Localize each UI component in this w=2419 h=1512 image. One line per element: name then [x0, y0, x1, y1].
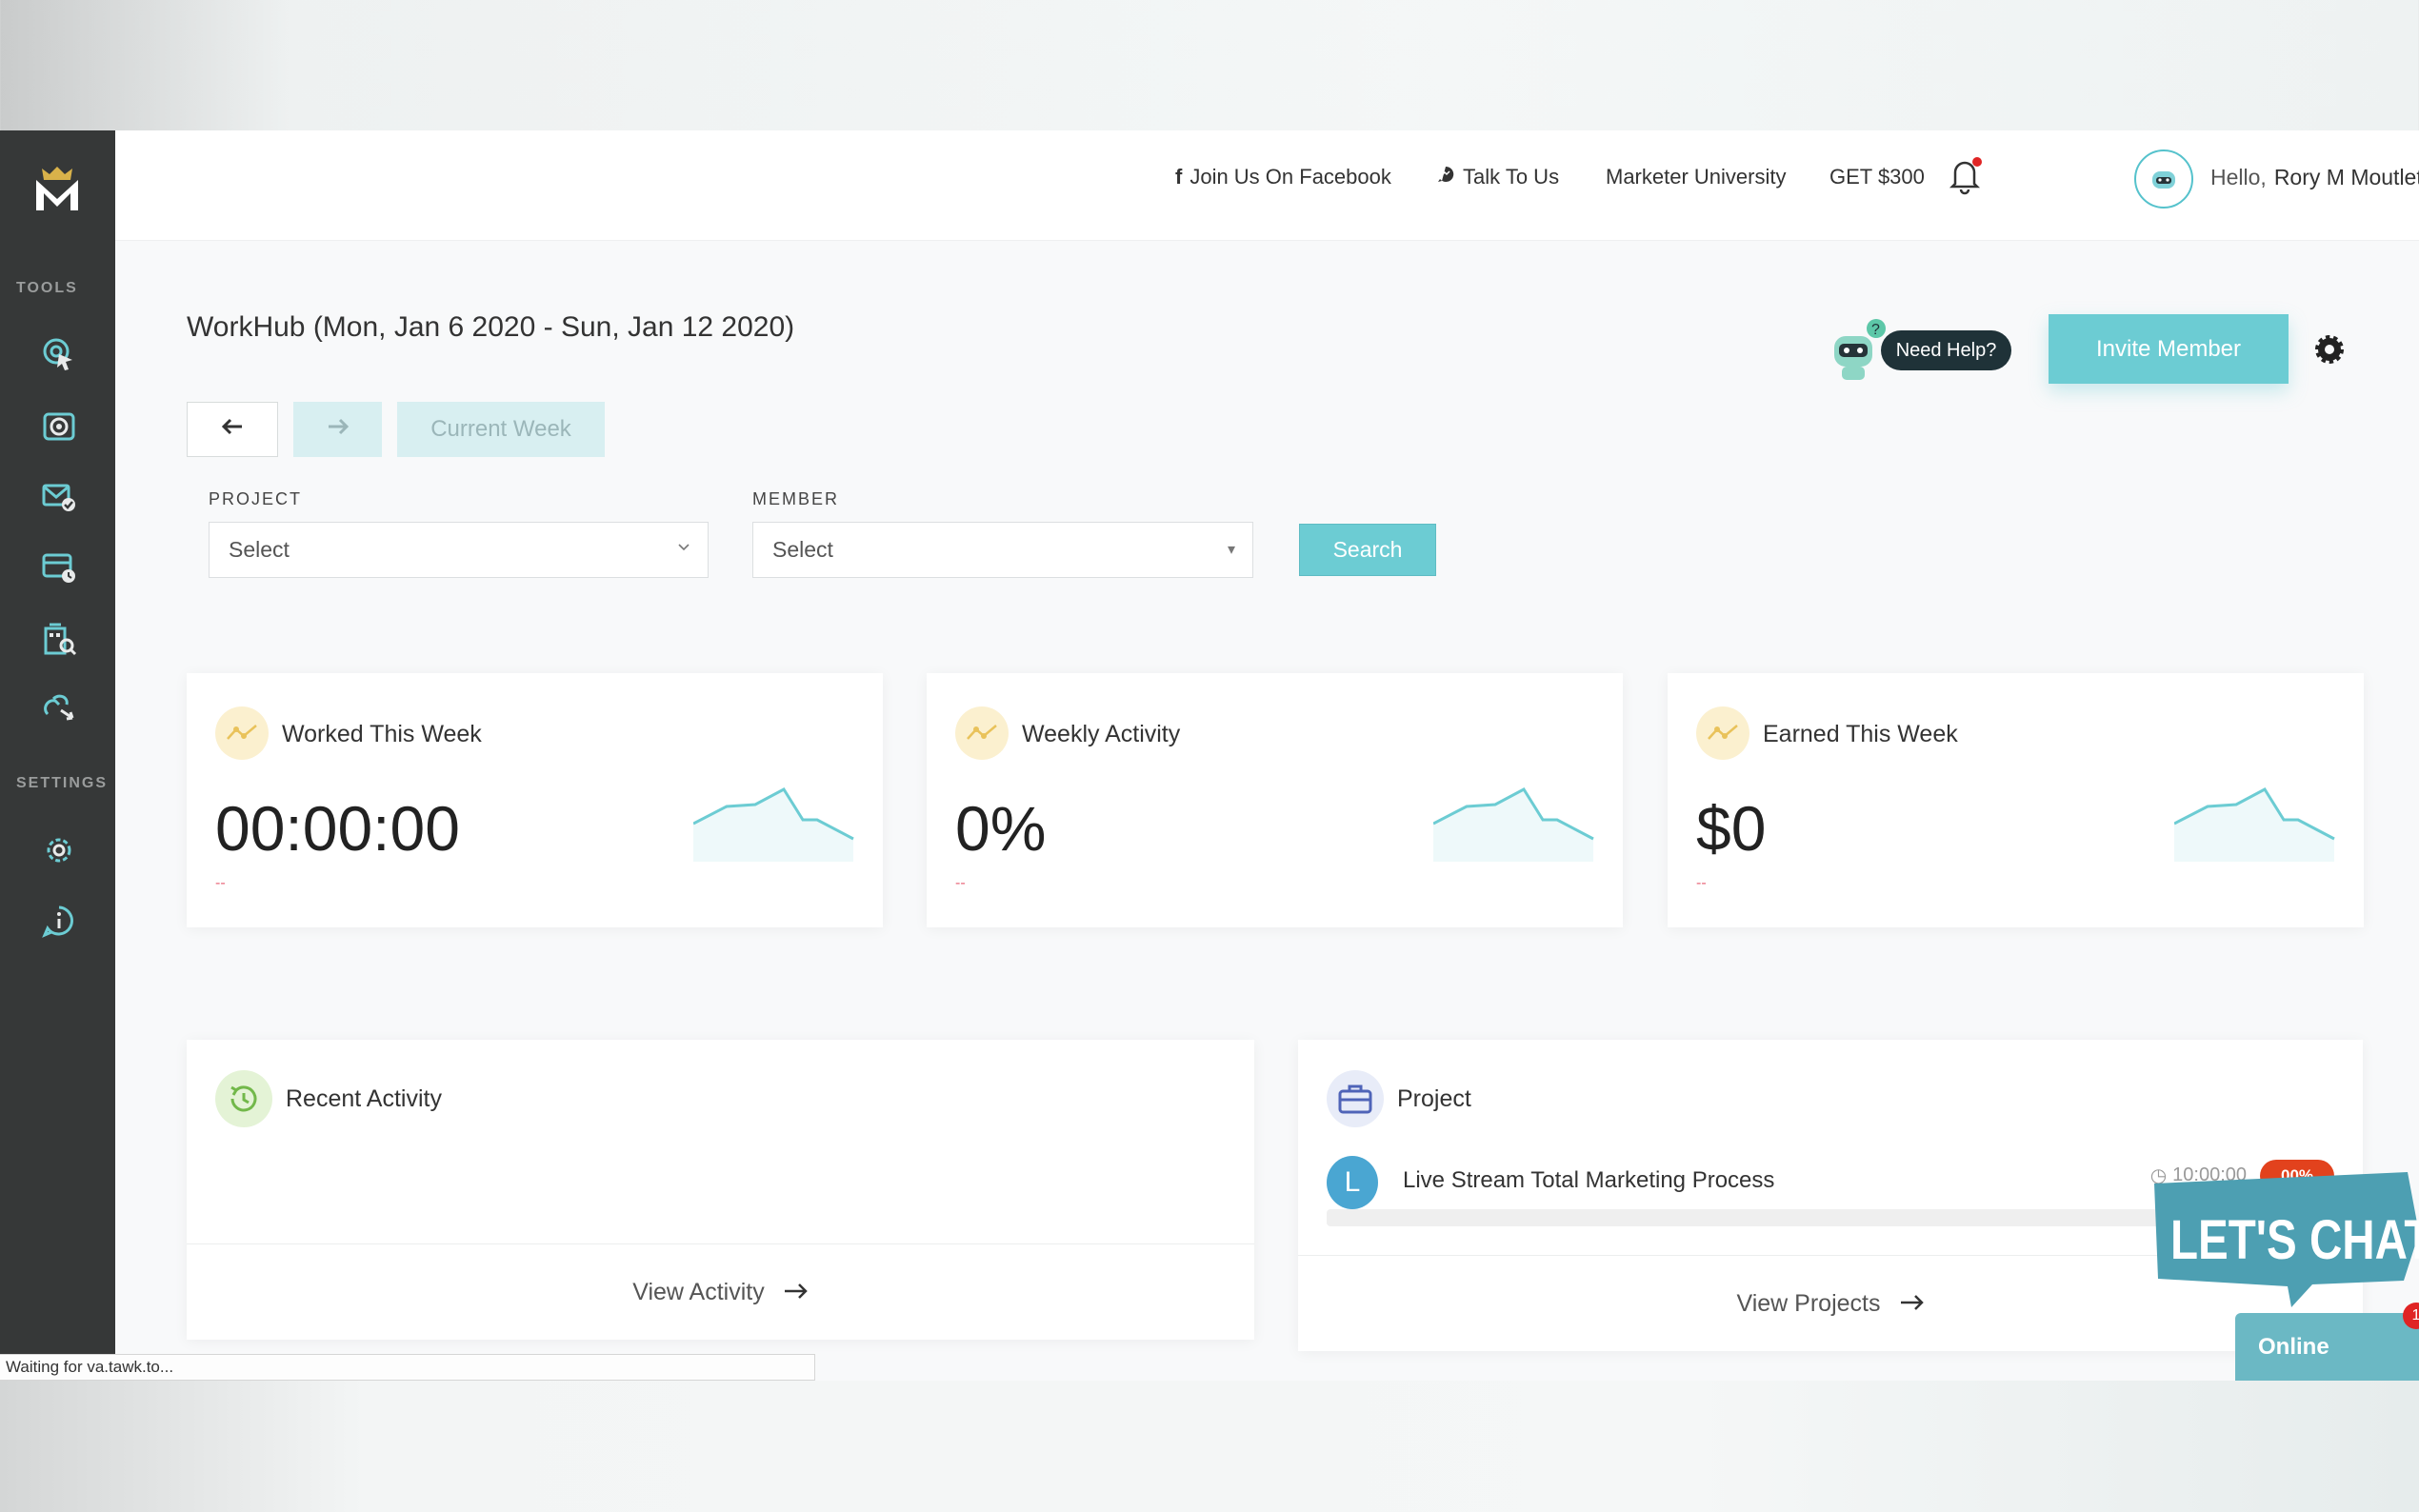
member-filter-label: MEMBER: [752, 489, 840, 508]
recent-activity-card: Recent Activity View Activity: [187, 1040, 1254, 1340]
view-activity-link[interactable]: View Activity: [187, 1243, 1254, 1340]
view-projects-label: View Projects: [1736, 1289, 1881, 1317]
stat-value: 0%: [955, 793, 1047, 864]
stat-title: Worked This Week: [282, 721, 482, 747]
chat-online-tab[interactable]: Online: [2235, 1313, 2419, 1381]
stat-card-activity: Weekly Activity 0% --: [927, 673, 1623, 927]
brand-logo-icon[interactable]: [29, 161, 86, 218]
next-week-button[interactable]: [293, 402, 382, 457]
stat-value: $0: [1696, 793, 1767, 864]
project-select[interactable]: Select: [209, 522, 709, 578]
settings-gear-icon[interactable]: [2310, 330, 2349, 368]
info-icon[interactable]: [38, 900, 80, 942]
user-menu[interactable]: Hello, Rory M Moutlet: [2210, 165, 2419, 190]
stat-title: Weekly Activity: [1022, 721, 1181, 747]
sparkline-chart: [1433, 787, 1594, 862]
card-title: Recent Activity: [286, 1085, 442, 1112]
hello-label: Hello,: [2210, 165, 2267, 189]
project-avatar: L: [1327, 1156, 1378, 1209]
building-search-icon[interactable]: [38, 617, 80, 659]
link-share-icon[interactable]: [38, 687, 80, 729]
talk-to-us-link[interactable]: Talk To Us: [1436, 165, 1559, 189]
need-help-label: Need Help?: [1881, 330, 2011, 370]
project-filter-label: PROJECT: [209, 489, 303, 508]
trend-icon: [955, 706, 1009, 760]
sidebar-section-settings: SETTINGS: [16, 775, 109, 791]
notification-dot: [1972, 157, 1982, 167]
chevron-down-icon: [677, 540, 690, 557]
stat-card-earned: Earned This Week $0 --: [1668, 673, 2364, 927]
facebook-link[interactable]: f Join Us On Facebook: [1175, 165, 1391, 189]
card-title: Project: [1397, 1085, 1471, 1112]
sidebar-section-tools: TOOLS: [16, 280, 78, 296]
avatar[interactable]: [2134, 149, 2193, 209]
facebook-icon: f: [1175, 165, 1183, 189]
app-window: TOOLS SETTINGS f Join Us On Facebook Tal…: [0, 130, 2419, 1381]
briefcase-icon: [1327, 1070, 1384, 1127]
wallet-clock-icon[interactable]: [38, 546, 80, 587]
camera-target-icon[interactable]: [38, 405, 80, 447]
search-button[interactable]: Search: [1299, 524, 1436, 576]
view-activity-label: View Activity: [632, 1278, 765, 1305]
marketer-university-link[interactable]: Marketer University: [1606, 165, 1786, 189]
sparkline-chart: [693, 787, 854, 862]
stat-title: Earned This Week: [1763, 721, 1958, 747]
svg-text:?: ?: [1871, 322, 1880, 338]
clock-refresh-icon: [215, 1070, 272, 1127]
stat-delta: --: [955, 875, 966, 891]
gear-icon[interactable]: [38, 829, 80, 871]
cursor-target-icon[interactable]: [38, 333, 80, 375]
top-bar: f Join Us On Facebook Talk To Us Markete…: [115, 130, 2419, 241]
lets-chat-label: LET'S CHAT!: [2170, 1210, 2419, 1272]
invite-member-button[interactable]: Invite Member: [2049, 314, 2289, 384]
stat-card-worked: Worked This Week 00:00:00 --: [187, 673, 883, 927]
user-name: Rory M Moutlet: [2273, 165, 2419, 189]
trend-icon: [1696, 706, 1749, 760]
browser-status-bar: Waiting for va.tawk.to...: [0, 1354, 815, 1381]
stat-value: 00:00:00: [215, 793, 460, 864]
page-title: WorkHub (Mon, Jan 6 2020 - Sun, Jan 12 2…: [187, 311, 795, 343]
current-week-button[interactable]: Current Week: [397, 402, 605, 457]
sidebar: TOOLS SETTINGS: [0, 130, 115, 1381]
arrow-right-icon: [327, 416, 350, 443]
previous-week-button[interactable]: [187, 402, 278, 457]
arrow-left-icon: [221, 416, 244, 443]
arrow-right-icon: [784, 1279, 809, 1306]
background-band: [0, 1381, 2419, 1512]
chat-bubble-icon: [1436, 165, 1455, 189]
project-select-value: Select: [229, 537, 290, 562]
facebook-link-label: Join Us On Facebook: [1190, 165, 1391, 189]
project-name: Live Stream Total Marketing Process: [1403, 1167, 1775, 1193]
email-check-icon[interactable]: [38, 475, 80, 517]
stat-delta: --: [215, 875, 226, 891]
get-300-link[interactable]: GET $300: [1829, 165, 1925, 189]
lets-chat-banner[interactable]: LET'S CHAT!: [2149, 1166, 2419, 1309]
need-help-button[interactable]: ? Need Help?: [1829, 317, 2011, 393]
sparkline-chart: [2174, 787, 2335, 862]
member-select[interactable]: Select ▾: [752, 522, 1253, 578]
arrow-right-icon: [1900, 1290, 1925, 1318]
stat-delta: --: [1696, 875, 1707, 891]
trend-icon: [215, 706, 269, 760]
member-select-value: Select: [772, 537, 833, 562]
talk-to-us-label: Talk To Us: [1463, 165, 1560, 189]
caret-down-icon: ▾: [1227, 542, 1235, 558]
